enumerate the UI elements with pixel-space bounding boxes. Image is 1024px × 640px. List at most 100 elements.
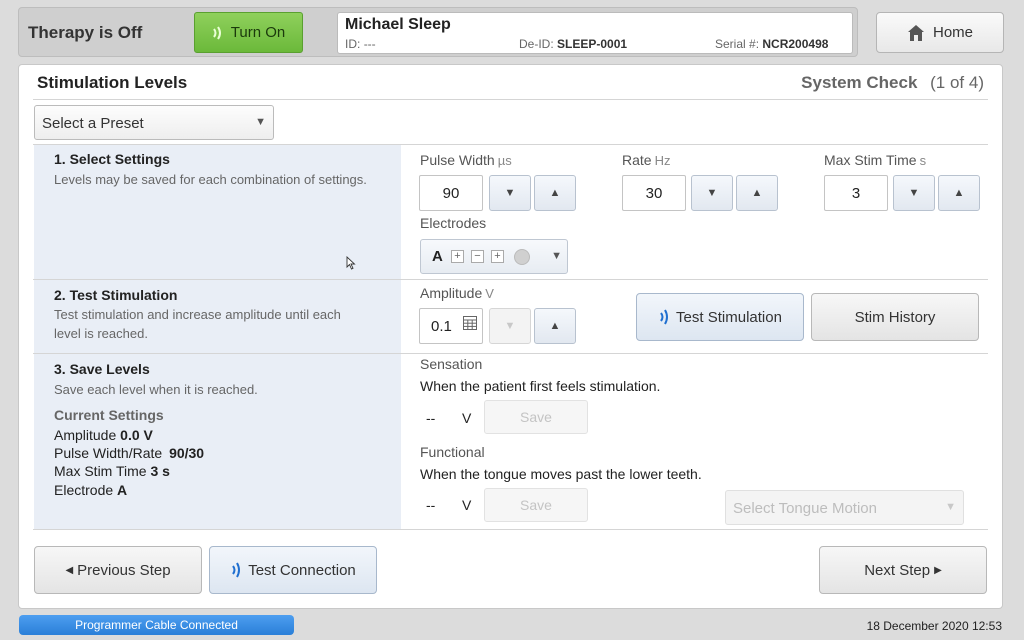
next-step-button[interactable]: Next Step ▶: [819, 546, 987, 594]
test-connection-label: Test Connection: [248, 561, 356, 579]
current-amplitude-label: Amplitude: [54, 427, 117, 443]
functional-value: --: [426, 497, 436, 513]
pulse-width-label: Pulse Width µs: [420, 152, 512, 168]
amplitude-value: 0.1: [431, 317, 452, 335]
section-3-desc: Save each level when it is reached.: [54, 382, 258, 397]
triangle-right-icon: ▶: [934, 564, 942, 576]
keypad-icon[interactable]: [463, 316, 477, 330]
tongue-motion-select[interactable]: Select Tongue Motion ▼: [725, 490, 964, 525]
save-label: Save: [520, 409, 552, 425]
functional-desc: When the tongue moves past the lower tee…: [420, 466, 702, 482]
triangle-down-icon: ▼: [504, 187, 516, 199]
amplitude-unit: V: [485, 286, 494, 301]
amplitude-down-button[interactable]: ▼: [489, 308, 531, 344]
electrode-plus-icon: +: [451, 250, 464, 263]
amplitude-up-button[interactable]: ▲: [534, 308, 576, 344]
current-electrode-label: Electrode: [54, 482, 114, 498]
preset-placeholder: Select a Preset: [42, 115, 144, 132]
functional-volt-field: -- V: [420, 488, 482, 522]
divider: [33, 529, 988, 530]
chevron-down-icon: ▼: [551, 250, 562, 262]
tongue-motion-placeholder: Select Tongue Motion: [733, 500, 877, 517]
triangle-up-icon: ▲: [953, 187, 965, 199]
max-stim-up-button[interactable]: ▲: [938, 175, 980, 211]
electrodes-select[interactable]: A + − + ▼: [420, 239, 568, 274]
section-3-title: 3. Save Levels: [54, 361, 150, 377]
stimulation-panel: Stimulation Levels System Check (1 of 4)…: [18, 64, 1003, 609]
electrode-minus-icon: −: [471, 250, 484, 263]
test-stimulation-button[interactable]: Test Stimulation: [636, 293, 804, 341]
turn-on-button[interactable]: Turn On: [194, 12, 303, 53]
chevron-down-icon: ▼: [255, 116, 266, 128]
wireless-signal-icon: [232, 562, 241, 578]
datetime: 18 December 2020 12:53: [866, 619, 1002, 633]
rate-down-button[interactable]: ▼: [691, 175, 733, 211]
id-label: ID:: [345, 37, 361, 51]
mouse-cursor-icon: [346, 256, 356, 270]
max-stim-unit: s: [919, 153, 927, 168]
panel-title: Stimulation Levels: [37, 73, 188, 92]
next-step-label: Next Step: [864, 561, 931, 579]
divider: [33, 353, 988, 354]
section-1-title: 1. Select Settings: [54, 151, 170, 167]
patient-name: Michael Sleep: [345, 16, 451, 33]
section-2-desc-1: Test stimulation and increase amplitude …: [54, 307, 341, 322]
current-pw-rate-value: 90/30: [169, 445, 205, 461]
section-1-desc: Levels may be saved for each combination…: [54, 172, 367, 187]
connection-status-badge: Programmer Cable Connected: [19, 615, 294, 635]
triangle-left-icon: ◀: [65, 564, 74, 576]
amplitude-field[interactable]: 0.1: [419, 308, 483, 344]
current-max-stim-label: Max Stim Time: [54, 463, 147, 479]
rate-value[interactable]: 30: [622, 175, 686, 211]
previous-step-button[interactable]: ◀ Previous Step: [34, 546, 202, 594]
functional-save-button[interactable]: Save: [484, 488, 588, 522]
previous-step-label: Previous Step: [77, 561, 171, 579]
triangle-down-icon: ▼: [504, 320, 516, 332]
patient-id: ID: ---: [345, 37, 376, 51]
rate-text: Rate: [622, 152, 652, 168]
electrode-circle-icon: [514, 249, 530, 265]
divider: [33, 144, 988, 145]
home-button[interactable]: Home: [876, 12, 1004, 53]
rate-up-button[interactable]: ▲: [736, 175, 778, 211]
sensation-desc: When the patient first feels stimulation…: [420, 378, 661, 394]
stim-history-button[interactable]: Stim History: [811, 293, 979, 341]
pulse-width-text: Pulse Width: [420, 152, 495, 168]
therapy-status: Therapy is Off: [28, 23, 143, 42]
test-connection-button[interactable]: Test Connection: [209, 546, 377, 594]
pulse-width-up-button[interactable]: ▲: [534, 175, 576, 211]
current-electrode-value: A: [117, 482, 128, 498]
current-amplitude-value: 0.0 V: [120, 427, 153, 443]
rate-unit: Hz: [654, 153, 671, 168]
current-pw-rate: Pulse Width/Rate 90/30: [54, 445, 204, 461]
turn-on-label: Turn On: [230, 24, 286, 41]
deid-value: SLEEP-0001: [557, 37, 628, 51]
wireless-signal-icon: [660, 309, 669, 325]
system-check-label: System Check: [801, 73, 918, 92]
sensation-unit: V: [462, 410, 472, 426]
current-settings-title: Current Settings: [54, 407, 164, 423]
preset-select[interactable]: Select a Preset ▼: [34, 105, 274, 140]
max-stim-down-button[interactable]: ▼: [893, 175, 935, 211]
patient-card: Michael Sleep ID: --- De-ID: SLEEP-0001 …: [337, 12, 853, 54]
sensation-volt-field: -- V: [420, 401, 482, 435]
divider: [33, 279, 988, 280]
electrodes-label: Electrodes: [420, 215, 487, 231]
top-bar: Therapy is Off Turn On Michael Sleep ID:…: [18, 7, 858, 57]
sensation-label: Sensation: [420, 356, 483, 372]
wireless-signal-icon: [212, 25, 221, 40]
serial-label: Serial #:: [715, 37, 760, 51]
test-stimulation-label: Test Stimulation: [676, 308, 782, 326]
section-2-desc-2: level is reached.: [54, 326, 148, 341]
home-icon: [907, 24, 924, 41]
current-electrode: Electrode A: [54, 482, 127, 498]
divider: [33, 99, 988, 100]
sensation-save-button[interactable]: Save: [484, 400, 588, 434]
pulse-width-value[interactable]: 90: [419, 175, 483, 211]
pulse-width-unit: µs: [497, 153, 512, 168]
patient-serial: Serial #: NCR200498: [715, 37, 828, 51]
pulse-width-down-button[interactable]: ▼: [489, 175, 531, 211]
sensation-value: --: [426, 410, 436, 426]
patient-deid: De-ID: SLEEP-0001: [519, 37, 627, 51]
max-stim-value[interactable]: 3: [824, 175, 888, 211]
